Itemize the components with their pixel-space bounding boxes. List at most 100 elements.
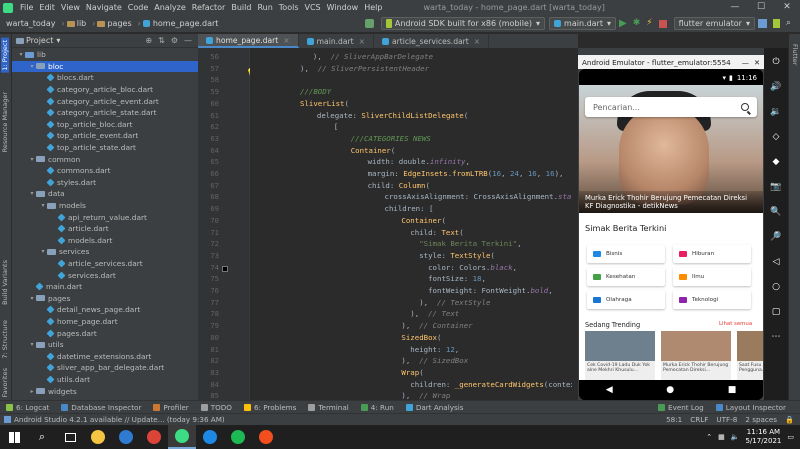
run-icon[interactable]: ▶	[619, 18, 627, 29]
android-studio-icon[interactable]	[168, 425, 196, 449]
stop-icon[interactable]	[658, 19, 667, 28]
bottom-tab[interactable]: Database Inspector	[55, 403, 147, 412]
locate-icon[interactable]: ⊕	[145, 36, 152, 45]
bottom-tab[interactable]: Event Log	[652, 403, 710, 412]
search-icon[interactable]	[741, 103, 749, 111]
chevron-icon[interactable]: ▾	[28, 63, 36, 70]
hide-icon[interactable]: —	[184, 36, 192, 45]
category-card[interactable]: Olahraga	[587, 291, 665, 309]
back-icon[interactable]: ◀	[606, 385, 613, 395]
rotate-left-icon[interactable]: ◇	[770, 131, 782, 143]
notification-icon[interactable]: ▭	[787, 433, 794, 441]
breadcrumb-item[interactable]: warta_today	[4, 19, 58, 28]
tree-item[interactable]: ▾ data	[12, 188, 198, 200]
tree-item[interactable]: ▾ common	[12, 153, 198, 165]
category-card[interactable]: Hiburan	[673, 245, 751, 263]
chevron-icon[interactable]: ▾	[28, 190, 36, 197]
tray-chevron-icon[interactable]: ⌃	[706, 433, 712, 441]
status-message[interactable]: Android Studio 4.2.1 available // Update…	[14, 415, 225, 424]
clock[interactable]: 11:16 AM 5/17/2021	[745, 428, 781, 446]
more-icon[interactable]: ⋯	[770, 331, 782, 343]
tree-item[interactable]: category_article_event.dart	[12, 95, 198, 107]
trending-card[interactable]: Murka Erick Thohir Berujung Pemecatan Di…	[661, 331, 731, 380]
tree-item[interactable]: article.dart	[12, 223, 198, 235]
camera-icon[interactable]: 📷	[770, 181, 782, 193]
code-icon[interactable]	[112, 425, 140, 449]
home-icon[interactable]: ●	[666, 385, 674, 395]
app-blue-icon[interactable]	[196, 425, 224, 449]
tree-item[interactable]: ▸ widgets	[12, 385, 198, 397]
tree-item[interactable]: models.dart	[12, 235, 198, 247]
breadcrumb-item[interactable]: › lib	[58, 19, 89, 28]
menu-item-edit[interactable]: Edit	[36, 3, 58, 12]
category-card[interactable]: Bisnis	[587, 245, 665, 263]
tree-item[interactable]: services.dart	[12, 269, 198, 281]
volume-down-icon[interactable]: 🔉	[770, 106, 782, 118]
structure-tab[interactable]: 7: Structure	[1, 320, 9, 359]
trending-card[interactable]: Cek Covid-19 Ladu Duk Yok alne Mekhri Kh…	[585, 331, 655, 380]
tree-item[interactable]: category_article_state.dart	[12, 107, 198, 119]
menu-item-build[interactable]: Build	[228, 3, 254, 12]
rotate-right-icon[interactable]: ◆	[770, 156, 782, 168]
close-tab-icon[interactable]: ×	[359, 37, 365, 46]
close-tab-icon[interactable]: ×	[283, 36, 289, 45]
menu-item-navigate[interactable]: Navigate	[83, 3, 125, 12]
flutter-outline-tab[interactable]: Flutter	[791, 44, 799, 65]
bottom-tab[interactable]: 4: Run	[355, 403, 400, 412]
menu-item-code[interactable]: Code	[125, 3, 151, 12]
chevron-icon[interactable]: ▾	[28, 295, 36, 302]
chevron-icon[interactable]: ▾	[39, 202, 47, 209]
menu-item-help[interactable]: Help	[361, 3, 385, 12]
task-view-icon[interactable]	[56, 425, 84, 449]
category-card[interactable]: Kesehatan	[587, 268, 665, 286]
tree-item[interactable]: category_article_bloc.dart	[12, 84, 198, 96]
category-card[interactable]: Ilmu	[673, 268, 751, 286]
tree-item[interactable]: datetime_extensions.dart	[12, 350, 198, 362]
hammer-icon[interactable]	[364, 19, 374, 28]
bottom-tab[interactable]: Terminal	[302, 403, 354, 412]
maximize-button[interactable]: ☐	[748, 0, 774, 15]
flutter-device-selector[interactable]: flutter emulator ▾	[673, 17, 755, 30]
tree-item[interactable]: ▾ utils	[12, 339, 198, 351]
minimize-button[interactable]: —	[722, 0, 748, 15]
search-input[interactable]: Pencarian...	[585, 97, 757, 117]
windows-icon[interactable]	[0, 425, 28, 449]
search-icon[interactable]: ⌕	[28, 425, 56, 449]
network-icon[interactable]: ▦	[718, 433, 725, 441]
chevron-icon[interactable]: ▾	[28, 341, 36, 348]
overview-icon[interactable]: ▢	[770, 306, 782, 318]
close-button[interactable]: ✕	[774, 0, 800, 15]
gear-icon[interactable]: ⚙	[171, 36, 178, 45]
collapse-icon[interactable]: ⇅	[158, 36, 165, 45]
tree-item[interactable]: main.dart	[12, 281, 198, 293]
lock-icon[interactable]: 🔒	[785, 415, 794, 424]
tree-item[interactable]: article_services.dart	[12, 258, 198, 270]
tree-item[interactable]: commons.dart	[12, 165, 198, 177]
volume-up-icon[interactable]: 🔊	[770, 81, 782, 93]
code-editor[interactable]: ), // SliverAppBarDelegate), // SliverPe…	[250, 48, 578, 400]
tree-item[interactable]: api_return_value.dart	[12, 211, 198, 223]
reload-icon[interactable]: ⚡	[646, 18, 652, 29]
menu-item-window[interactable]: Window	[324, 3, 362, 12]
zoom-out-icon[interactable]: 🔎	[770, 231, 782, 243]
phone-screen[interactable]: ▾ ▮ 11:16 Murka Erick Thohir Berujung Pe…	[579, 69, 763, 400]
tree-item[interactable]: utils.dart	[12, 374, 198, 386]
menu-item-file[interactable]: File	[17, 3, 36, 12]
sdk-manager-icon[interactable]	[757, 19, 767, 28]
editor-tab[interactable]: home_page.dart ×	[198, 34, 299, 48]
emulator-close-button[interactable]: ✕	[754, 58, 760, 67]
tree-item[interactable]: top_article_event.dart	[12, 130, 198, 142]
bottom-tab[interactable]: TODO	[195, 403, 238, 412]
spotify-icon[interactable]	[224, 425, 252, 449]
avd-manager-icon[interactable]	[772, 19, 780, 28]
debug-icon[interactable]: ✱	[633, 18, 641, 29]
back-icon[interactable]: ◁	[770, 256, 782, 268]
figma-icon[interactable]	[252, 425, 280, 449]
caret-position[interactable]: 58:1	[666, 415, 682, 424]
tree-item[interactable]: top_article_bloc.dart	[12, 119, 198, 131]
device-selector[interactable]: Android SDK built for x86 (mobile) ▾	[380, 17, 546, 30]
menu-item-view[interactable]: View	[58, 3, 83, 12]
tree-item[interactable]: ▾ pages	[12, 292, 198, 304]
bottom-tab[interactable]: 6: Logcat	[0, 403, 55, 412]
tree-item[interactable]: ▾ models	[12, 200, 198, 212]
